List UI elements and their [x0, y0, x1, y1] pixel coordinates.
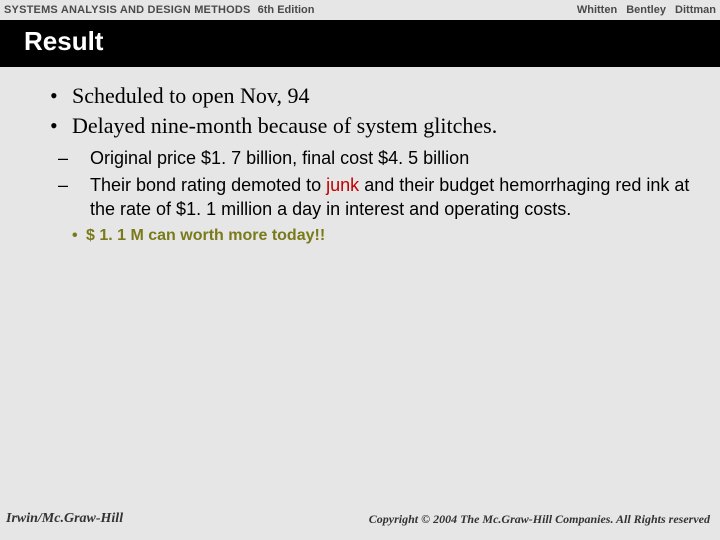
sub-bullet-2: Their bond rating demoted to junk and th… — [74, 173, 692, 222]
junk-highlight: junk — [326, 175, 359, 195]
slide-title-bar: Result — [0, 20, 720, 67]
sub-bullet-list: Original price $1. 7 billion, final cost… — [74, 146, 692, 221]
sub-sub-bullet-1-text: $ 1. 1 M can worth more today!! — [86, 227, 325, 244]
book-edition: 6th Edition — [258, 4, 315, 16]
header-bar: SYSTEMS ANALYSIS AND DESIGN METHODS 6th … — [0, 0, 720, 20]
author-2: Bentley — [626, 4, 666, 16]
header-left: SYSTEMS ANALYSIS AND DESIGN METHODS 6th … — [4, 4, 314, 16]
sub-bullet-1-text: Original price $1. 7 billion, final cost… — [90, 148, 469, 168]
sub-bullet-2a-text: Their bond rating demoted to — [90, 175, 326, 195]
slide-body: Scheduled to open Nov, 94 Delayed nine-m… — [0, 67, 720, 531]
slide-title: Result — [24, 26, 720, 57]
sub-sub-bullet-1: $ 1. 1 M can worth more today!! — [72, 227, 692, 245]
bullet-2-text: Delayed nine-month because of system gli… — [72, 113, 497, 138]
footer-bar: Irwin/Mc.Graw-Hill Copyright © 2004 The … — [0, 504, 720, 540]
header-authors: Whitten Bentley Dittman — [571, 4, 716, 16]
bullet-1: Scheduled to open Nov, 94 — [48, 81, 692, 111]
author-3: Dittman — [675, 4, 716, 16]
sub-sub-bullet-list: $ 1. 1 M can worth more today!! — [72, 227, 692, 245]
bullet-1-text: Scheduled to open Nov, 94 — [72, 83, 309, 108]
bullet-2: Delayed nine-month because of system gli… — [48, 111, 692, 141]
copyright-label: Copyright © 2004 The Mc.Graw-Hill Compan… — [369, 512, 710, 527]
book-title: SYSTEMS ANALYSIS AND DESIGN METHODS — [4, 4, 251, 16]
publisher-label: Irwin/Mc.Graw-Hill — [6, 511, 123, 527]
sub-bullet-1: Original price $1. 7 billion, final cost… — [74, 146, 692, 170]
author-1: Whitten — [577, 4, 617, 16]
bullet-list: Scheduled to open Nov, 94 Delayed nine-m… — [28, 81, 692, 140]
